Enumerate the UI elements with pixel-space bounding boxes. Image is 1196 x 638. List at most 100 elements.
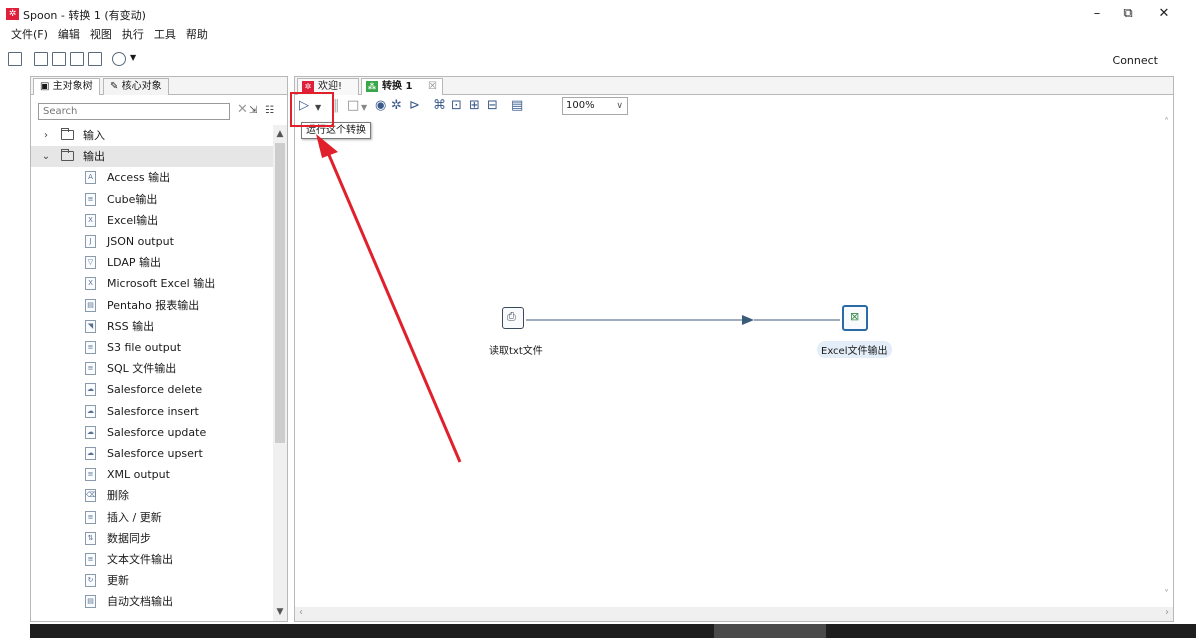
tab-main-tree[interactable]: ▣ 主对象树 <box>33 78 100 95</box>
menu-view[interactable]: 视图 <box>85 26 117 44</box>
tree-item-label: Salesforce update <box>107 425 207 439</box>
save-as-icon[interactable] <box>88 52 102 66</box>
step-label-read-txt: 读取txt文件 <box>489 346 543 357</box>
main-toolbar: ▼ Connect <box>0 48 1196 72</box>
search-input[interactable] <box>38 103 230 120</box>
tree-item[interactable]: X Excel输出 <box>31 210 273 231</box>
transformation-canvas[interactable]: ⎙ 读取txt文件 ⊠ Excel文件输出 <box>295 121 1173 621</box>
expand-all-icon[interactable]: ⇲ <box>249 105 257 116</box>
tree-item-label: Salesforce delete <box>107 383 203 397</box>
tree-folder[interactable]: ⌄ 输出 <box>31 146 273 168</box>
tree-item[interactable]: X Microsoft Excel 输出 <box>31 273 273 294</box>
scrollbar-thumb[interactable] <box>275 143 285 443</box>
tree-item-label: 删除 <box>107 489 129 503</box>
menu-run[interactable]: 执行 <box>117 26 149 44</box>
tree-item[interactable]: ☁ Salesforce insert <box>31 401 273 422</box>
tab-transformation[interactable]: ⁂ 转换 1 ☒ <box>361 78 443 95</box>
chevron-down-icon: ∨ <box>616 101 623 111</box>
menu-file[interactable]: 文件(F) <box>6 26 53 44</box>
chevron-right-icon[interactable]: › <box>41 125 51 146</box>
title-bar: ✲ Spoon - 转换 1 (有变动) – ⧉ ✕ <box>0 0 1196 28</box>
debug-icon[interactable]: ✲ <box>391 99 402 113</box>
tree-item-label: Microsoft Excel 输出 <box>107 277 216 291</box>
tree-folder[interactable]: › 输入 <box>31 125 273 146</box>
preview-icon[interactable]: ◉ <box>375 99 386 113</box>
tree-item-label: Cube输出 <box>107 192 158 206</box>
step-read-txt[interactable]: ⎙ <box>502 307 524 329</box>
scroll-right-icon[interactable]: › <box>1165 607 1169 618</box>
scroll-down-icon[interactable]: ▼ <box>273 605 287 619</box>
connect-button[interactable]: Connect <box>1113 54 1158 67</box>
clear-search-icon[interactable]: ✕ <box>237 102 248 117</box>
explore-db-icon[interactable]: ⊟ <box>487 99 498 113</box>
impact-icon[interactable]: ⊡ <box>451 99 462 113</box>
collapse-all-icon[interactable]: ☷ <box>265 105 274 116</box>
step-type-icon: ◥ <box>85 319 96 333</box>
menu-help[interactable]: 帮助 <box>181 26 213 44</box>
tree-item-label: Access 输出 <box>107 171 171 185</box>
tree-item[interactable]: ≡ XML output <box>31 464 273 485</box>
tree-item[interactable]: ≡ Cube输出 <box>31 189 273 210</box>
tree-item-label: RSS 输出 <box>107 319 155 333</box>
new-file-icon[interactable] <box>8 52 22 66</box>
tree-item[interactable]: J JSON output <box>31 231 273 252</box>
tree-item[interactable]: ↻ 更新 <box>31 570 273 591</box>
editor-tabs: ✲ 欢迎! ⁂ 转换 1 ☒ <box>295 77 1173 95</box>
canvas-scroll-up-icon[interactable]: ˄ <box>1164 117 1169 128</box>
open-file-icon[interactable] <box>34 52 48 66</box>
step-type-icon: ⌫ <box>85 489 96 503</box>
step-label-excel-output: Excel文件输出 <box>817 341 892 358</box>
taskbar-strip <box>30 624 1196 638</box>
text-file-input-icon: ⎙ <box>507 310 516 323</box>
tree-scrollbar[interactable]: ▲ ▼ <box>273 125 287 621</box>
excel-output-icon: ⊠ <box>850 310 860 323</box>
chevron-down-icon[interactable]: ⌄ <box>41 146 51 167</box>
show-results-icon[interactable]: ▤ <box>511 99 523 113</box>
tree-item[interactable]: ▽ LDAP 输出 <box>31 252 273 273</box>
replay-icon[interactable]: ⊳ <box>409 99 420 113</box>
tree-item[interactable]: ◥ RSS 输出 <box>31 316 273 337</box>
tree-item[interactable]: ▤ Pentaho 报表输出 <box>31 295 273 316</box>
restore-icon[interactable]: ⧉ <box>1117 5 1139 23</box>
tree-folder-label: 输出 <box>83 150 105 164</box>
tree-item[interactable]: ⌫ 删除 <box>31 485 273 506</box>
scroll-up-icon[interactable]: ▲ <box>273 127 287 141</box>
tree-item[interactable]: ≡ SQL 文件输出 <box>31 358 273 379</box>
close-tab-icon[interactable]: ☒ <box>428 79 437 95</box>
minimize-icon[interactable]: – <box>1086 5 1108 23</box>
canvas-hscrollbar[interactable]: ‹ › <box>295 607 1173 621</box>
menu-tools[interactable]: 工具 <box>149 26 181 44</box>
stop-icon[interactable]: □ <box>347 99 359 113</box>
stop-options-chevron-icon[interactable]: ▼ <box>361 101 367 115</box>
step-type-icon: X <box>85 277 96 291</box>
menu-edit[interactable]: 编辑 <box>53 26 85 44</box>
canvas-scroll-down-icon[interactable]: ˅ <box>1164 589 1169 600</box>
step-type-icon: ▽ <box>85 256 96 270</box>
chevron-down-icon[interactable]: ▼ <box>130 53 136 62</box>
step-type-icon: ▤ <box>85 595 96 609</box>
explore-repo-icon[interactable] <box>52 52 66 66</box>
tab-core-objects[interactable]: ✎ 核心对象 <box>103 78 169 95</box>
verify-icon[interactable]: ⌘ <box>433 99 446 113</box>
layers-icon[interactable] <box>112 52 126 66</box>
welcome-tab-icon: ✲ <box>302 81 314 92</box>
step-excel-output[interactable]: ⊠ <box>842 305 868 331</box>
tree-item[interactable]: ≡ 插入 / 更新 <box>31 507 273 528</box>
tree-item[interactable]: ☁ Salesforce update <box>31 422 273 443</box>
step-type-icon: ≡ <box>85 553 96 566</box>
sql-icon[interactable]: ⊞ <box>469 99 480 113</box>
step-type-icon: ☁ <box>85 383 96 397</box>
tree-item[interactable]: ▤ 自动文档输出 <box>31 591 273 612</box>
search-row: ✕ ⇲ ☷ <box>31 99 287 123</box>
tree-item[interactable]: ☁ Salesforce delete <box>31 379 273 400</box>
scroll-left-icon[interactable]: ‹ <box>299 607 303 618</box>
tree-item[interactable]: ≡ S3 file output <box>31 337 273 358</box>
tree-item[interactable]: ☁ Salesforce upsert <box>31 443 273 464</box>
zoom-select[interactable]: 100% ∨ <box>562 97 628 115</box>
save-icon[interactable] <box>70 52 84 66</box>
tree-item[interactable]: ⇅ 数据同步 <box>31 528 273 549</box>
tab-core-objects-label: 核心对象 <box>121 81 162 92</box>
tree-item[interactable]: A Access 输出 <box>31 167 273 188</box>
close-icon[interactable]: ✕ <box>1153 5 1175 23</box>
tree-item[interactable]: ≡ 文本文件输出 <box>31 549 273 570</box>
